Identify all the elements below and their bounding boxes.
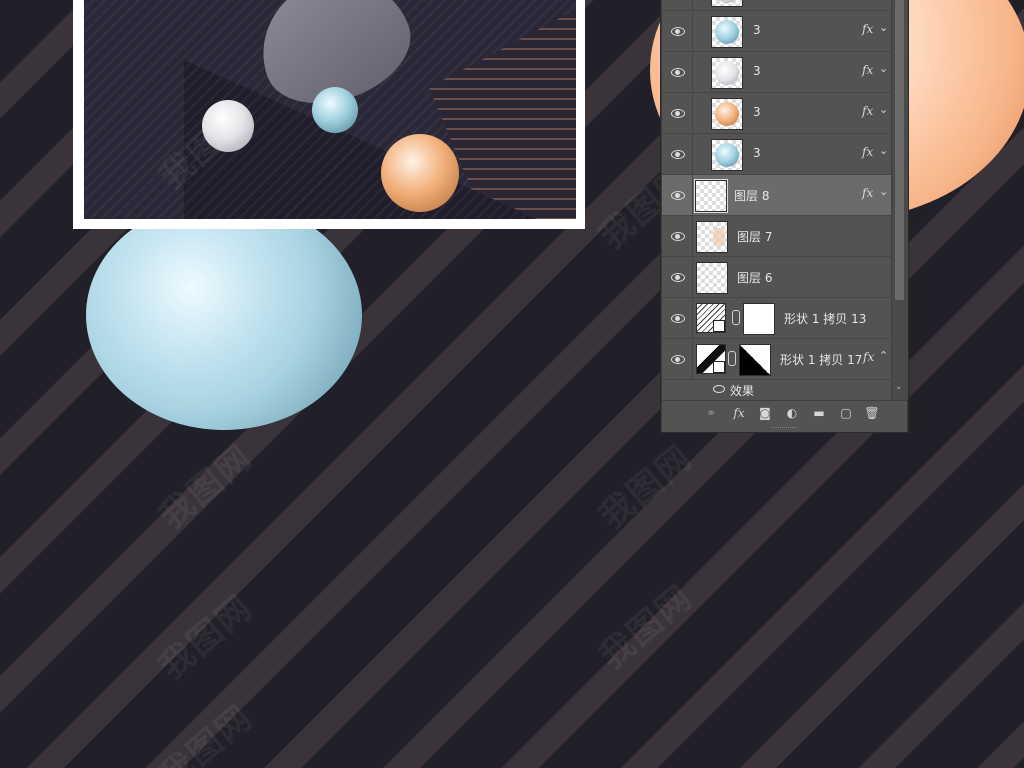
layer-row[interactable]: 3 fx ⌄ [662,11,891,52]
chevron-down-icon[interactable]: ⌄ [879,103,888,116]
eye-icon[interactable] [671,109,685,118]
eye-icon[interactable] [671,191,685,200]
watermark: 我图网 [592,437,701,538]
artwork-inner [84,0,576,219]
blue-ball-thumb [715,143,739,167]
layer-name[interactable]: 形状 1 拷贝 13 [784,310,866,327]
peach-ball-thumb [715,102,739,126]
watermark: 我图网 [592,577,701,678]
layer-row[interactable]: 3 fx ⌄ [662,93,891,134]
chevron-up-icon[interactable]: ⌃ [879,349,888,362]
layers-panel: 3 fx ⌄ 3 fx ⌄ 3 fx ⌄ 3 fx ⌄ 图层 8 fx ⌄ 图层… [661,0,908,432]
adjustment-layer-icon[interactable]: ◐ [783,404,801,422]
artwork-frame [73,0,585,229]
layer-row[interactable] [662,0,891,11]
layers-toolbar: ⚭ fx ◙ ◐ ▬ ▢ 🗑 [662,400,907,425]
resize-grip[interactable] [772,427,797,430]
layer-row[interactable]: 形状 1 拷贝 13 [662,298,891,339]
scrollbar[interactable]: ⌄ [891,0,908,400]
layer-row[interactable]: 图层 6 [662,257,891,298]
white-ball-thumb [715,0,739,3]
layer-row[interactable]: 图层 7 [662,216,891,257]
eye-icon[interactable] [671,355,685,364]
eye-icon[interactable] [671,232,685,241]
eye-icon[interactable] [671,273,685,282]
layer-thumbnail [711,98,743,130]
effects-row[interactable]: 效果 [662,380,891,398]
scroll-down-icon[interactable]: ⌄ [895,382,905,392]
chevron-down-icon[interactable]: ⌄ [879,21,888,34]
fx-icon[interactable]: fx [862,145,873,159]
folder-icon[interactable]: ▬ [810,404,828,422]
watermark: 我图网 [152,587,261,688]
shape-badge-icon [713,361,725,373]
chevron-down-icon[interactable]: ⌄ [879,185,888,198]
add-mask-icon[interactable]: ◙ [756,404,774,422]
layer-thumbnail [696,221,728,253]
eye-icon[interactable] [671,27,685,36]
layer-name[interactable]: 形状 1 拷贝 17 [780,351,862,368]
shape-badge-icon [713,320,725,332]
fx-icon[interactable]: fx [862,22,873,36]
fx-icon[interactable]: fx [730,404,748,422]
layer-row[interactable]: 3 fx ⌄ [662,134,891,175]
effects-label: 效果 [730,384,755,398]
fx-icon[interactable]: fx [862,63,873,77]
fx-icon[interactable]: fx [862,186,873,200]
layer-thumbnail [711,139,743,171]
peach-ball-small [381,134,459,212]
white-ball-thumb [715,61,739,85]
layer-name[interactable]: 图层 7 [737,228,772,245]
layer-name[interactable]: 图层 8 [734,187,769,204]
chevron-down-icon[interactable]: ⌄ [879,62,888,75]
fx-icon[interactable]: fx [862,104,873,118]
layer-name[interactable]: 图层 6 [737,269,772,286]
mask-thumbnail[interactable] [743,303,775,335]
link-icon[interactable] [732,310,740,325]
blue-ball-small [312,87,358,133]
layer-name[interactable]: 3 [753,64,761,78]
eye-icon[interactable] [713,385,725,393]
layer-thumbnail [711,16,743,48]
layer-name[interactable]: 3 [753,23,761,37]
trash-icon[interactable]: 🗑 [863,404,881,422]
link-icon[interactable] [728,351,736,366]
layer-name[interactable]: 3 [753,146,761,160]
blue-ball-thumb [715,20,739,44]
shape-thumbnail [696,303,726,333]
eye-icon[interactable] [671,150,685,159]
mask-thumbnail[interactable] [739,344,771,376]
eye-icon[interactable] [671,68,685,77]
eye-icon[interactable] [671,314,685,323]
layer-thumbnail [711,57,743,89]
layer-row[interactable]: 3 fx ⌄ [662,52,891,93]
watermark: 我图网 [152,437,261,538]
watermark: 我图网 [152,697,261,768]
layer-thumbnail [711,0,743,7]
layer-row[interactable]: 形状 1 拷贝 17 fx ⌃ [662,339,891,380]
layer-thumbnail [694,179,728,213]
link-layers-icon[interactable]: ⚭ [702,404,720,422]
scrollbar-thumb[interactable] [895,0,904,300]
layer-name[interactable]: 3 [753,105,761,119]
new-layer-icon[interactable]: ▢ [837,404,855,422]
layer-row-selected[interactable]: 图层 8 fx ⌄ [662,175,891,216]
layer-thumbnail [696,262,728,294]
fx-icon[interactable]: fx [863,350,874,364]
shape-thumbnail [696,344,726,374]
chevron-down-icon[interactable]: ⌄ [879,144,888,157]
